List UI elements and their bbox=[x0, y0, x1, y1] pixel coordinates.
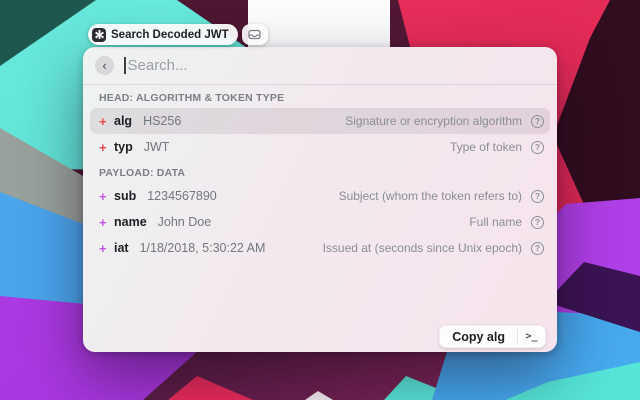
claim-key: sub bbox=[114, 189, 136, 203]
window-title-pill: Search Decoded JWT bbox=[88, 24, 268, 45]
search-input[interactable] bbox=[126, 57, 546, 74]
question-icon[interactable]: ? bbox=[531, 242, 544, 255]
list-item-alg[interactable]: + alg HS256 Signature or encryption algo… bbox=[90, 108, 550, 134]
detach-window-button[interactable] bbox=[242, 24, 268, 45]
return-key-hint-icon: >_ bbox=[518, 326, 545, 347]
claim-description: Issued at (seconds since Unix epoch) bbox=[323, 241, 522, 255]
list-item-typ[interactable]: + typ JWT Type of token ? bbox=[90, 134, 550, 160]
claim-key: typ bbox=[114, 140, 133, 154]
plus-icon: + bbox=[99, 114, 114, 129]
search-bar: ‹ bbox=[83, 47, 557, 85]
plus-icon: + bbox=[99, 140, 114, 155]
claim-description: Full name bbox=[469, 215, 522, 229]
claim-value: JWT bbox=[144, 140, 170, 154]
jwt-extension-icon bbox=[92, 28, 106, 42]
claim-description: Signature or encryption algorithm bbox=[345, 114, 522, 128]
plus-icon: + bbox=[99, 189, 114, 204]
list-item-iat[interactable]: + iat 1/18/2018, 5:30:22 AM Issued at (s… bbox=[90, 235, 550, 261]
question-icon[interactable]: ? bbox=[531, 216, 544, 229]
claim-key: alg bbox=[114, 114, 132, 128]
list-item-name[interactable]: + name John Doe Full name ? bbox=[90, 209, 550, 235]
question-icon[interactable]: ? bbox=[531, 190, 544, 203]
plus-icon: + bbox=[99, 241, 114, 256]
claim-key: iat bbox=[114, 241, 129, 255]
window-tray-icon bbox=[248, 29, 261, 40]
app-pill[interactable]: Search Decoded JWT bbox=[88, 24, 238, 45]
app-pill-label: Search Decoded JWT bbox=[111, 29, 229, 41]
claim-value: 1234567890 bbox=[147, 189, 217, 203]
chevron-left-icon: ‹ bbox=[102, 59, 106, 72]
desktop: Search Decoded JWT ‹ HEAD: ALGORITHM & T… bbox=[0, 0, 640, 400]
copy-alg-label: Copy alg bbox=[440, 326, 517, 347]
question-icon[interactable]: ? bbox=[531, 141, 544, 154]
launcher-panel: ‹ HEAD: ALGORITHM & TOKEN TYPE + alg HS2… bbox=[83, 47, 557, 352]
claim-value: 1/18/2018, 5:30:22 AM bbox=[140, 241, 266, 255]
claim-description: Subject (whom the token refers to) bbox=[339, 189, 522, 203]
list-item-sub[interactable]: + sub 1234567890 Subject (whom the token… bbox=[90, 183, 550, 209]
plus-icon: + bbox=[99, 215, 114, 230]
claim-key: name bbox=[114, 215, 147, 229]
results-list: HEAD: ALGORITHM & TOKEN TYPE + alg HS256… bbox=[83, 85, 557, 261]
claim-description: Type of token bbox=[450, 140, 522, 154]
back-button[interactable]: ‹ bbox=[95, 56, 114, 75]
section-title-head: HEAD: ALGORITHM & TOKEN TYPE bbox=[90, 85, 550, 108]
section-title-payload: PAYLOAD: DATA bbox=[90, 160, 550, 183]
claim-value: John Doe bbox=[158, 215, 212, 229]
claim-value: HS256 bbox=[143, 114, 181, 128]
copy-alg-button[interactable]: Copy alg >_ bbox=[439, 325, 546, 348]
question-icon[interactable]: ? bbox=[531, 115, 544, 128]
